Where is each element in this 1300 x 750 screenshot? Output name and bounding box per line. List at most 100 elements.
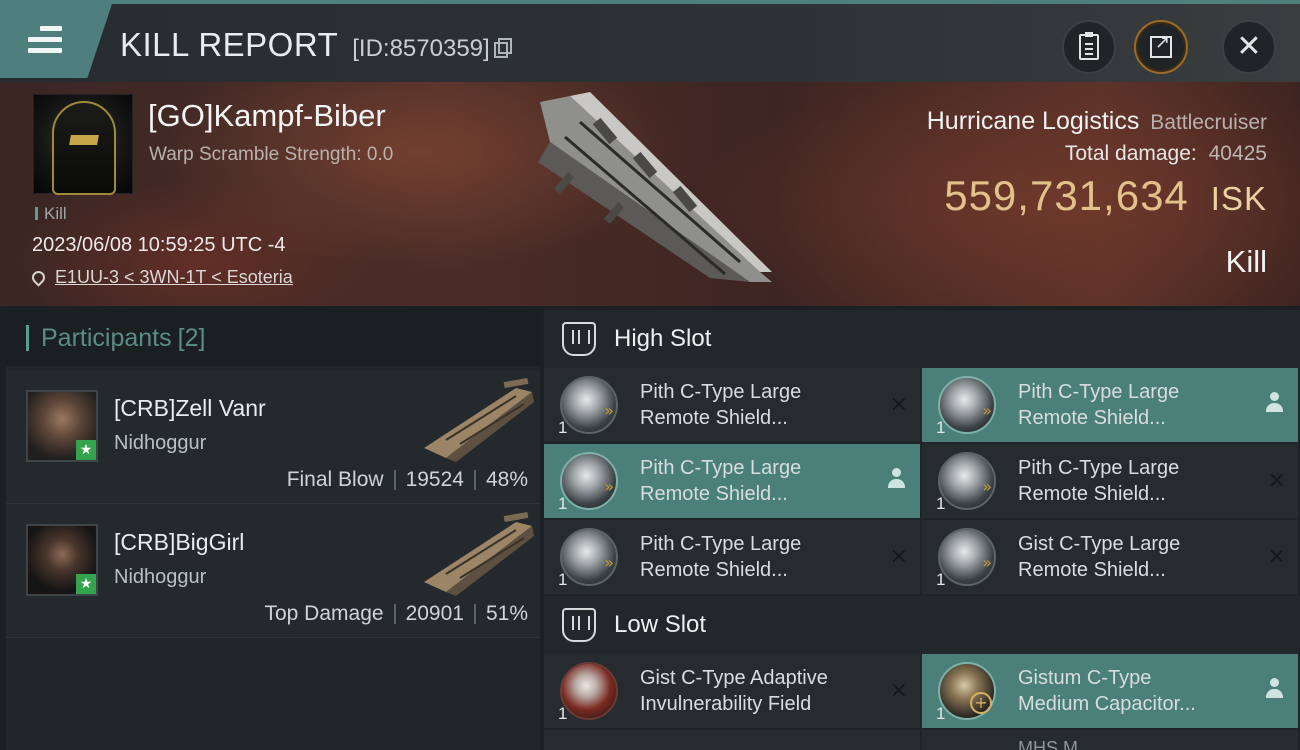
high-slot-icon bbox=[562, 322, 596, 356]
module-item[interactable]: » 1 Pith C-Type Large Remote Shield... bbox=[544, 444, 920, 518]
close-icon[interactable]: × bbox=[1268, 544, 1286, 569]
victim-ship-type[interactable]: Hurricane Logistics Battlecruiser bbox=[927, 107, 1267, 136]
participant-stat-label: Top Damage bbox=[264, 602, 384, 625]
module-name-line2: Remote Shield... bbox=[1018, 407, 1166, 429]
high-slot-label: High Slot bbox=[614, 325, 712, 352]
module-quantity: 1 bbox=[558, 570, 568, 589]
participant-row[interactable]: ★ [CRB]BigGirl Nidhoggur Top Damage 2090… bbox=[6, 504, 540, 638]
warp-scramble-strength: Warp Scramble Strength: 0.0 bbox=[149, 144, 394, 165]
close-icon[interactable]: × bbox=[890, 678, 908, 703]
high-slot-grid: » 1 Pith C-Type Large Remote Shield... × » 1 Pi… bbox=[544, 368, 1300, 594]
module-icon: » bbox=[560, 376, 618, 434]
share-icon bbox=[1150, 32, 1172, 58]
participant-stats: Final Blow 19524 48% bbox=[287, 468, 528, 492]
menu-icon bbox=[28, 26, 62, 59]
victim-portrait[interactable] bbox=[33, 94, 133, 195]
module-name-line2: Remote Shield... bbox=[640, 483, 788, 505]
participant-ship: Nidhoggur bbox=[114, 432, 207, 454]
fitting-panel: High Slot » 1 Pith C-Type Large Remote Shie… bbox=[544, 310, 1300, 750]
participant-percent: 51% bbox=[485, 602, 528, 625]
title-area: KILL REPORT [ID:8570359] bbox=[120, 26, 512, 64]
module-name-line2: Remote Shield... bbox=[1018, 483, 1166, 505]
participant-name: [CRB]Zell Vanr bbox=[114, 395, 266, 421]
location-link[interactable]: E1UU-3 < 3WN-1T < Esoteria bbox=[29, 267, 293, 288]
participant-ship-image bbox=[424, 512, 534, 596]
module-item[interactable]: 1 Gist C-Type Adaptive Invulnerability Fie… bbox=[544, 654, 920, 728]
participant-damage: 20901 bbox=[405, 602, 464, 625]
victim-name[interactable]: [GO]Kampf-Biber bbox=[148, 98, 386, 134]
ship-class: Battlecruiser bbox=[1150, 111, 1267, 134]
total-damage-value: 40425 bbox=[1208, 142, 1267, 165]
top-bar: KILL REPORT [ID:8570359] ✕ bbox=[0, 0, 1300, 82]
module-name: Pith C-Type Large Remote Shield... bbox=[640, 455, 870, 507]
module-item[interactable]: » 1 Gist C-Type Large Remote Shield... × bbox=[922, 520, 1298, 594]
menu-button[interactable] bbox=[0, 4, 112, 78]
close-icon[interactable]: × bbox=[890, 544, 908, 569]
module-quantity: 1 bbox=[558, 418, 568, 437]
chevron-icon: » bbox=[604, 553, 614, 572]
share-button[interactable] bbox=[1134, 20, 1188, 74]
module-icon: » bbox=[560, 452, 618, 510]
module-name: Pith C-Type Large Remote Shield... bbox=[640, 531, 870, 583]
person-icon[interactable] bbox=[1266, 678, 1283, 700]
close-button[interactable]: ✕ bbox=[1222, 20, 1276, 74]
location-text[interactable]: E1UU-3 < 3WN-1T < Esoteria bbox=[55, 267, 293, 288]
chevron-icon: » bbox=[604, 401, 614, 420]
participant-avatar[interactable]: ★ bbox=[26, 524, 98, 596]
module-quantity: 1 bbox=[936, 418, 946, 437]
module-name: Gist C-Type Adaptive Invulnerability Fiel… bbox=[640, 665, 870, 717]
total-damage-label: Total damage: bbox=[1064, 142, 1197, 165]
participant-stats: Top Damage 20901 51% bbox=[264, 602, 528, 626]
participant-avatar[interactable]: ★ bbox=[26, 390, 98, 462]
module-item[interactable]: » 1 Pith C-Type Large Remote Shield... × bbox=[544, 368, 920, 442]
participant-percent: 48% bbox=[485, 468, 528, 491]
person-icon[interactable] bbox=[888, 468, 905, 490]
module-name-line1: Pith C-Type Large bbox=[640, 381, 802, 403]
low-slot-icon bbox=[562, 608, 596, 642]
module-name-line1: Pith C-Type Large bbox=[640, 457, 802, 479]
module-name-line2: Remote Shield... bbox=[640, 407, 788, 429]
module-name-line1: Gist C-Type Adaptive bbox=[640, 667, 828, 689]
module-name-line1: Gist C-Type Large bbox=[1018, 533, 1181, 555]
module-name-line1: Pith C-Type Large bbox=[1018, 381, 1180, 403]
module-name-line1: Pith C-Type Large bbox=[1018, 457, 1180, 479]
participant-stat-label: Final Blow bbox=[286, 468, 384, 491]
victim-ship-image bbox=[538, 92, 772, 282]
participants-panel: Participants [2] ★ [CRB]Zell Vanr Nidhog… bbox=[6, 310, 540, 750]
module-quantity: 1 bbox=[936, 570, 946, 589]
chevron-icon: » bbox=[982, 477, 992, 496]
module-icon: » bbox=[938, 528, 996, 586]
participants-header: Participants [2] bbox=[6, 310, 540, 366]
chevron-icon: » bbox=[604, 477, 614, 496]
kill-banner: [GO]Kampf-Biber Warp Scramble Strength: … bbox=[0, 82, 1300, 306]
person-icon[interactable] bbox=[1266, 392, 1283, 414]
star-icon: ★ bbox=[76, 440, 96, 460]
module-item[interactable]: +1 Gistum C-Type Medium Capacitor... bbox=[922, 654, 1298, 728]
clipboard-button[interactable] bbox=[1062, 20, 1116, 74]
module-name-line2: Invulnerability Field bbox=[640, 693, 812, 715]
total-damage: Total damage: 40425 bbox=[1065, 142, 1267, 166]
close-icon[interactable]: × bbox=[890, 392, 908, 417]
module-name: Pith C-Type Large Remote Shield... bbox=[1018, 455, 1248, 507]
participant-name: [CRB]BigGirl bbox=[114, 529, 245, 555]
participants-label: Participants bbox=[41, 323, 172, 352]
low-slot-partial-row: ... MHS M... bbox=[544, 730, 1300, 750]
module-item-partial[interactable]: MHS M... bbox=[922, 730, 1298, 750]
module-icon bbox=[560, 662, 618, 720]
module-item[interactable]: » 1 Pith C-Type Large Remote Shield... × bbox=[544, 520, 920, 594]
participant-ship: Nidhoggur bbox=[114, 566, 207, 588]
module-name: Gistum C-Type Medium Capacitor... bbox=[1018, 665, 1248, 717]
copy-icon[interactable] bbox=[493, 38, 512, 58]
module-name: Pith C-Type Large Remote Shield... bbox=[640, 379, 870, 431]
module-item[interactable]: » 1 Pith C-Type Large Remote Shield... bbox=[922, 368, 1298, 442]
module-name-line2: Medium Capacitor... bbox=[1018, 693, 1196, 715]
close-icon[interactable]: × bbox=[1268, 468, 1286, 493]
location-pin-icon bbox=[29, 268, 48, 287]
module-item[interactable]: » 1 Pith C-Type Large Remote Shield... × bbox=[922, 444, 1298, 518]
module-item-partial[interactable]: ... bbox=[544, 730, 920, 750]
report-id: [ID:8570359] bbox=[352, 35, 490, 62]
participant-damage: 19524 bbox=[405, 468, 464, 491]
module-icon: + bbox=[938, 662, 996, 720]
module-name-line1: Pith C-Type Large bbox=[640, 533, 802, 555]
participant-row[interactable]: ★ [CRB]Zell Vanr Nidhoggur Final Blow 19… bbox=[6, 370, 540, 504]
